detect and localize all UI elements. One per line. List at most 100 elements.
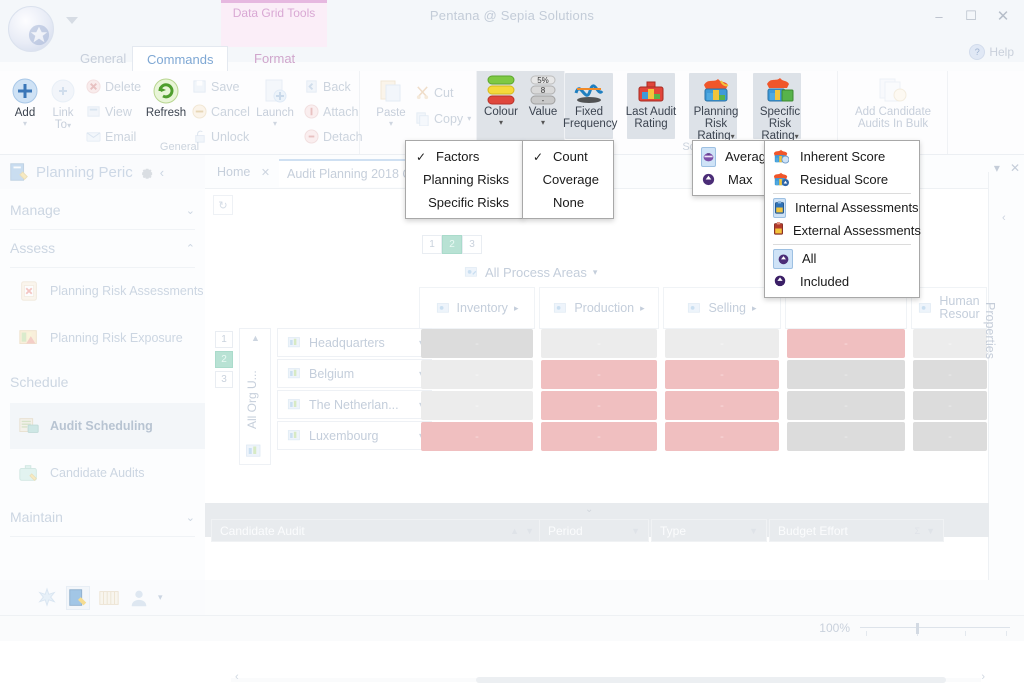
row-level-3[interactable]: 3	[215, 371, 233, 388]
filter-icon[interactable]: ▼	[525, 526, 534, 536]
tab-format[interactable]: Format	[240, 46, 309, 72]
grid-cell[interactable]: -	[665, 360, 779, 389]
grid-cell[interactable]: -	[421, 391, 533, 420]
grid-column-production[interactable]: Production ▸	[539, 287, 659, 329]
launch-caret-icon[interactable]: ▾	[252, 119, 298, 128]
planning-risk-rating-button[interactable]: PlanningRisk Rating▾	[687, 75, 745, 143]
grid-cell[interactable]: -	[787, 329, 905, 358]
column-level-1[interactable]: 1	[422, 235, 442, 254]
sidebar-item-candidate-audits[interactable]: Candidate Audits	[10, 450, 205, 496]
scrollbar-thumb[interactable]	[476, 677, 946, 683]
menu-item-max[interactable]: Max	[693, 168, 775, 191]
bottom-column-type[interactable]: Type ▼	[651, 519, 767, 542]
settings-gear-icon[interactable]	[139, 165, 154, 180]
menu-item-all[interactable]: All	[765, 247, 919, 270]
sum-icon[interactable]: Σ	[915, 526, 921, 536]
expand-right-icon[interactable]: ▸	[514, 303, 519, 314]
grid-module-icon[interactable]	[98, 587, 120, 609]
expand-right-icon[interactable]: ▸	[640, 303, 645, 314]
value-menu[interactable]: ✓ Count Coverage None	[522, 140, 614, 219]
grid-cell[interactable]: -	[665, 422, 779, 451]
grid-horizontal-scrollbar[interactable]: ‹ ›	[231, 675, 981, 685]
filter-icon[interactable]: ▼	[631, 526, 640, 536]
grid-cell[interactable]: -	[421, 329, 533, 358]
zoom-slider[interactable]	[860, 620, 1010, 636]
workspace-tab-audit-planning[interactable]: Audit Planning 2018 Q	[279, 159, 420, 187]
grid-cell[interactable]: -	[913, 391, 987, 420]
user-module-icon[interactable]	[128, 587, 150, 609]
grid-cell[interactable]: -	[787, 391, 905, 420]
view-button[interactable]: View	[86, 104, 132, 119]
column-group-header[interactable]: All Process Areas ▾	[464, 265, 597, 280]
add-candidate-bulk-button[interactable]: Add CandidateAudits In Bulk	[843, 75, 943, 130]
column-level-2[interactable]: 2	[442, 235, 462, 254]
scroll-left-icon[interactable]: ‹	[235, 671, 239, 683]
menu-item-factors[interactable]: ✓ Factors	[406, 145, 523, 168]
value-button[interactable]: 5% 8 - Value ▾	[521, 75, 565, 127]
grid-cell[interactable]: -	[913, 329, 987, 358]
grid-cell[interactable]: -	[913, 360, 987, 389]
menu-item-specific-risks[interactable]: Specific Risks	[406, 191, 523, 214]
bottom-column-period[interactable]: Period ▼	[539, 519, 649, 542]
properties-panel[interactable]: ‹ Properties	[988, 172, 1024, 580]
menu-item-coverage[interactable]: Coverage	[523, 168, 613, 191]
grid-cell[interactable]: -	[787, 360, 905, 389]
grid-column-human-resources[interactable]: HumanResour	[911, 287, 987, 329]
collapse-left-icon[interactable]: ‹	[160, 165, 164, 180]
tab-commands[interactable]: Commands	[132, 46, 228, 72]
row-group-header[interactable]: ▲ All Org U...	[239, 328, 271, 465]
more-modules-icon[interactable]: ▾	[158, 592, 163, 603]
unlock-button[interactable]: Unlock	[192, 129, 249, 144]
grid-cell[interactable]: -	[665, 391, 779, 420]
paste-caret-icon[interactable]: ▾	[368, 119, 414, 128]
grid-column-inventory[interactable]: Inventory ▸	[419, 287, 535, 329]
link-to-button[interactable]: LinkTo▾	[40, 76, 86, 132]
zoom-control[interactable]: 100%	[819, 620, 1010, 636]
column-level-3[interactable]: 3	[462, 235, 482, 254]
sort-asc-icon[interactable]: ▲	[510, 526, 519, 536]
chevron-down-icon[interactable]: ▾	[593, 267, 598, 278]
grid-cell[interactable]: -	[541, 422, 657, 451]
grid-row-luxembourg[interactable]: Luxembourg ▾	[277, 421, 432, 450]
grid-row-the-netherlands[interactable]: The Netherlan... ▾	[277, 390, 432, 419]
sidebar-group-manage[interactable]: Manage ⌄	[10, 191, 195, 230]
sidebar-item-planning-risk-exposure[interactable]: Planning Risk Exposure	[10, 315, 205, 361]
bottom-column-budget-effort[interactable]: Budget Effort Σ▼	[769, 519, 944, 542]
sidebar-group-maintain[interactable]: Maintain ⌄	[10, 498, 195, 537]
copy-caret-icon[interactable]: ▾	[467, 114, 471, 123]
grid-cell[interactable]: -	[665, 329, 779, 358]
sidebar-group-schedule[interactable]: Schedule	[10, 363, 195, 401]
filter-icon[interactable]: ▼	[926, 526, 935, 536]
zoom-slider-handle[interactable]	[916, 623, 919, 634]
save-button[interactable]: Save	[192, 79, 240, 94]
delete-button[interactable]: Delete	[86, 79, 141, 94]
menu-item-none[interactable]: None	[523, 191, 613, 214]
menu-item-residual-score[interactable]: Residual Score	[765, 168, 919, 191]
back-button[interactable]: Back	[304, 79, 351, 94]
refresh-button[interactable]: Refresh	[143, 76, 189, 119]
menu-item-count[interactable]: ✓ Count	[523, 145, 613, 168]
specific-risk-rating-menu[interactable]: Inherent Score Residual Score Internal A…	[764, 140, 920, 298]
panel-collapse-icon[interactable]: ⌄	[585, 504, 593, 515]
planning-module-icon[interactable]	[66, 586, 90, 610]
grid-cell[interactable]: -	[421, 422, 533, 451]
grid-row-belgium[interactable]: Belgium ▾	[277, 359, 432, 388]
grid-cell[interactable]: -	[421, 360, 533, 389]
menu-item-planning-risks[interactable]: Planning Risks	[406, 168, 523, 191]
minimize-button[interactable]: –	[924, 4, 954, 28]
cut-button[interactable]: Cut	[415, 85, 453, 100]
detach-button[interactable]: Detach	[304, 129, 363, 144]
home-star-icon[interactable]	[36, 587, 58, 609]
specific-risk-rating-button[interactable]: SpecificRisk Rating▾	[751, 75, 809, 143]
row-level-1[interactable]: 1	[215, 331, 233, 348]
value-caret-icon[interactable]: ▾	[521, 118, 565, 127]
sidebar-item-audit-scheduling[interactable]: Audit Scheduling	[10, 403, 205, 449]
launch-button[interactable]: Launch ▾	[252, 76, 298, 128]
workspace-tab-home[interactable]: Home ✕	[209, 159, 278, 187]
close-icon[interactable]: ✕	[261, 167, 270, 179]
menu-item-inherent-score[interactable]: Inherent Score	[765, 145, 919, 168]
grid-cell[interactable]: -	[541, 360, 657, 389]
colour-caret-icon[interactable]: ▾	[479, 118, 523, 127]
cancel-button[interactable]: Cancel	[192, 104, 250, 119]
grid-cell[interactable]: -	[541, 329, 657, 358]
